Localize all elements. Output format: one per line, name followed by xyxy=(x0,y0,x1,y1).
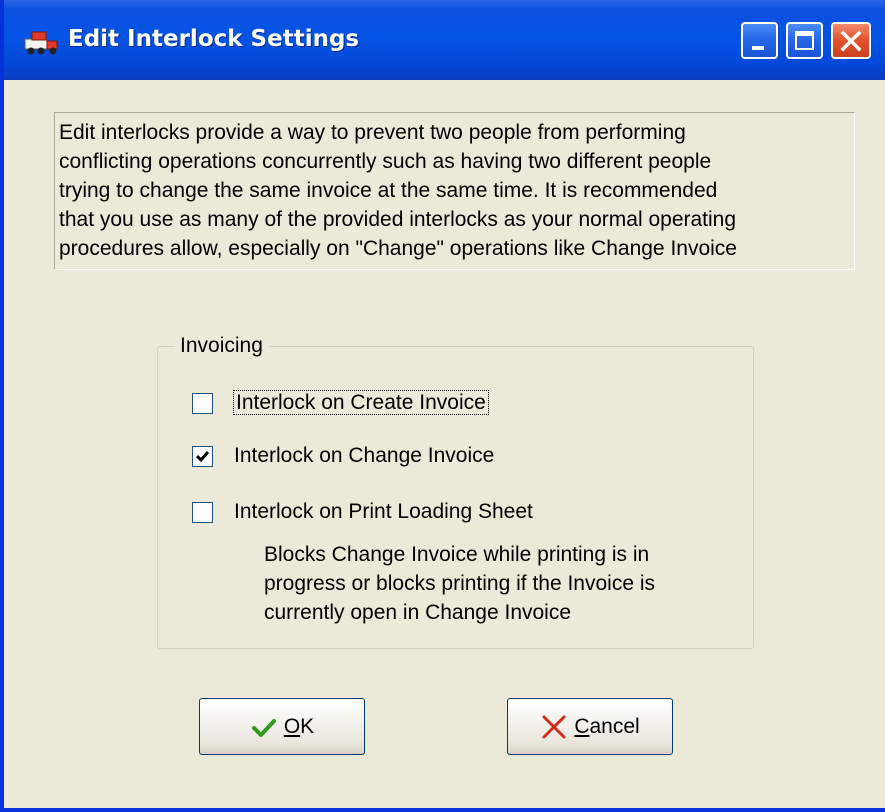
ok-button-label: OK xyxy=(284,715,314,739)
note-line: Blocks Change Invoice while printing is … xyxy=(264,543,650,566)
cancel-rest: ancel xyxy=(589,714,640,738)
note-line: progress or blocks printing if the Invoi… xyxy=(264,572,656,595)
create-invoice-checkbox[interactable] xyxy=(192,393,213,414)
ok-mnemonic: O xyxy=(283,714,301,738)
close-button[interactable] xyxy=(831,22,871,59)
truck-icon xyxy=(24,31,58,55)
print-loading-sheet-note: Blocks Change Invoice while printing is … xyxy=(264,540,655,627)
title-bar[interactable]: Edit Interlock Settings xyxy=(4,0,885,80)
note-line: currently open in Change Invoice xyxy=(264,601,572,624)
ok-button[interactable]: OK xyxy=(199,698,365,755)
cancel-mnemonic: C xyxy=(574,714,590,738)
checkmark-icon xyxy=(251,718,276,737)
description-line: procedures allow, especially on "Change"… xyxy=(59,237,737,260)
print-loading-sheet-label[interactable]: Interlock on Print Loading Sheet xyxy=(234,498,533,526)
description-panel: Edit interlocks provide a way to prevent… xyxy=(54,112,855,270)
close-icon xyxy=(840,30,862,52)
window-title: Edit Interlock Settings xyxy=(68,26,360,52)
checkmark-icon xyxy=(195,451,210,463)
description-line: Edit interlocks provide a way to prevent… xyxy=(59,121,686,144)
ok-rest: K xyxy=(300,714,315,738)
cancel-button[interactable]: Cancel xyxy=(507,698,673,755)
minimize-icon xyxy=(752,46,764,50)
create-invoice-label[interactable]: Interlock on Create Invoice xyxy=(233,389,489,417)
x-icon xyxy=(542,715,566,738)
invoicing-group-label: Invoicing xyxy=(175,331,269,361)
change-invoice-label[interactable]: Interlock on Change Invoice xyxy=(234,442,494,470)
maximize-button[interactable] xyxy=(786,22,823,59)
print-loading-sheet-checkbox[interactable] xyxy=(192,502,213,523)
maximize-icon xyxy=(795,31,814,50)
cancel-button-label: Cancel xyxy=(574,715,639,739)
description-line: that you use as many of the provided int… xyxy=(59,208,737,231)
description-line: conflicting operations concurrently such… xyxy=(59,150,712,173)
create-invoice-label-text: Interlock on Create Invoice xyxy=(233,390,489,415)
edit-interlock-dialog: Edit Interlock Settings Edit interlocks … xyxy=(0,0,885,812)
minimize-button[interactable] xyxy=(741,22,778,59)
description-line: trying to change the same invoice at the… xyxy=(59,179,718,202)
change-invoice-checkbox[interactable] xyxy=(192,446,213,467)
